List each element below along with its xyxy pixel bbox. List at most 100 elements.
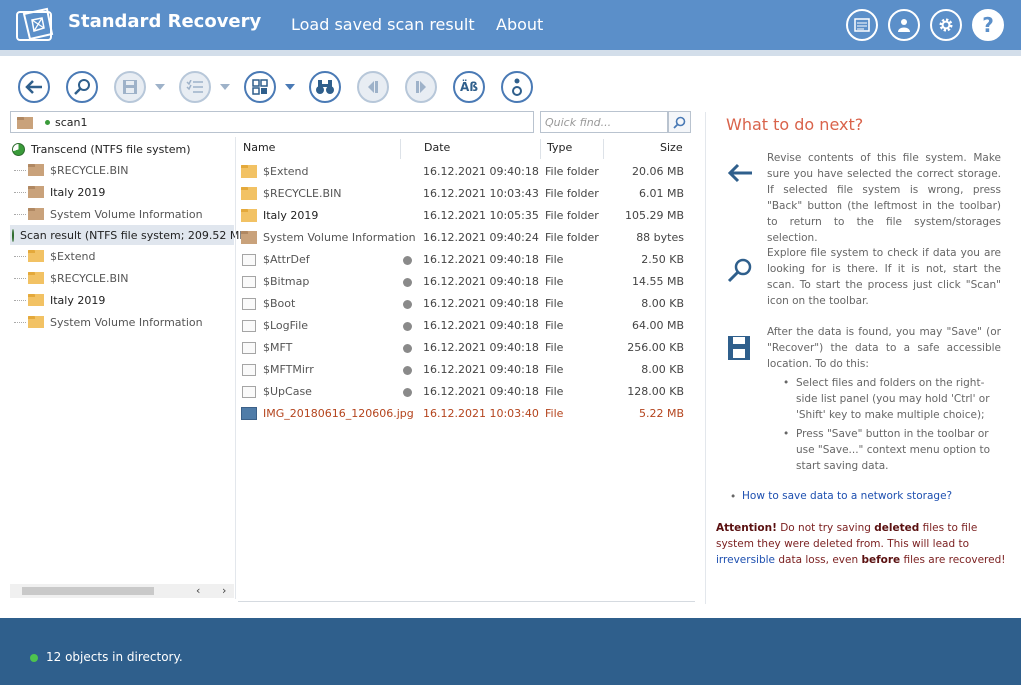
tree-item-recycle-bin[interactable]: $RECYCLE.BIN bbox=[10, 268, 234, 288]
cell-name: $LogFile bbox=[263, 319, 309, 332]
log-button[interactable] bbox=[846, 9, 878, 41]
help-button[interactable]: ? bbox=[972, 9, 1004, 41]
view-mode-icon bbox=[252, 79, 268, 95]
table-row[interactable]: $LogFile 16.12.2021 09:40:18 File 64.00 … bbox=[238, 315, 690, 337]
column-header-type[interactable]: Type bbox=[547, 141, 572, 154]
cell-date: 16.12.2021 09:40:18 bbox=[423, 363, 539, 376]
cell-name: System Volume Information bbox=[263, 231, 416, 244]
cell-size: 256.00 KB bbox=[627, 341, 684, 354]
account-button[interactable] bbox=[888, 9, 920, 41]
tree-item-label: $RECYCLE.BIN bbox=[50, 271, 129, 285]
tree-item-scan-result[interactable]: Scan result (NTFS file system; 209.52 MB bbox=[10, 225, 247, 245]
view-mode-dropdown-caret[interactable] bbox=[285, 84, 295, 90]
header-divider bbox=[0, 50, 1021, 56]
find-button[interactable] bbox=[309, 71, 341, 103]
load-scan-link[interactable]: Load saved scan result bbox=[291, 15, 475, 34]
table-row[interactable]: $Extend 16.12.2021 09:40:18 File folder … bbox=[238, 161, 690, 183]
column-separator[interactable] bbox=[603, 139, 604, 159]
table-row[interactable]: $RECYCLE.BIN 16.12.2021 10:03:43 File fo… bbox=[238, 183, 690, 205]
about-link[interactable]: About bbox=[496, 15, 543, 34]
table-row[interactable]: Italy 2019 16.12.2021 10:05:35 File fold… bbox=[238, 205, 690, 227]
cell-size: 8.00 KB bbox=[641, 363, 684, 376]
back-button[interactable] bbox=[18, 71, 50, 103]
folder-tree: Transcend (NTFS file system) $RECYCLE.BI… bbox=[10, 137, 247, 599]
select-button[interactable] bbox=[179, 71, 211, 103]
cell-date: 16.12.2021 09:40:18 bbox=[423, 319, 539, 332]
cell-size: 6.01 MB bbox=[638, 187, 684, 200]
file-icon bbox=[242, 386, 256, 398]
folder-icon bbox=[28, 250, 44, 262]
table-row[interactable]: $Boot 16.12.2021 09:40:18 File 8.00 KB bbox=[238, 293, 690, 315]
cell-date: 16.12.2021 09:40:18 bbox=[423, 253, 539, 266]
cell-type: File bbox=[545, 385, 564, 398]
tree-connector bbox=[14, 170, 26, 171]
column-separator[interactable] bbox=[540, 139, 541, 159]
table-row[interactable]: $AttrDef 16.12.2021 09:40:18 File 2.50 K… bbox=[238, 249, 690, 271]
column-header-name[interactable]: Name bbox=[243, 141, 275, 154]
column-header-date[interactable]: Date bbox=[424, 141, 450, 154]
tree-item-transcend[interactable]: Transcend (NTFS file system) bbox=[10, 139, 234, 159]
attention-irreversible: irreversible bbox=[716, 554, 776, 566]
info-button[interactable] bbox=[501, 71, 533, 103]
view-mode-button[interactable] bbox=[244, 71, 276, 103]
cell-date: 16.12.2021 09:40:24 bbox=[423, 231, 539, 244]
scroll-right-icon[interactable]: › bbox=[222, 584, 226, 597]
tree-connector bbox=[14, 192, 26, 193]
scroll-left-icon[interactable]: ‹ bbox=[196, 584, 200, 597]
user-icon bbox=[898, 19, 910, 32]
table-row[interactable]: System Volume Information 16.12.2021 09:… bbox=[238, 227, 690, 249]
cell-type: File folder bbox=[545, 187, 599, 200]
table-row[interactable]: $UpCase 16.12.2021 09:40:18 File 128.00 … bbox=[238, 381, 690, 403]
settings-button[interactable] bbox=[930, 9, 962, 41]
column-header-size[interactable]: Size bbox=[660, 141, 683, 154]
folder-icon bbox=[28, 186, 44, 198]
file-list: Name Date Type Size $Extend 16.12.2021 0… bbox=[238, 137, 693, 599]
tree-item-italy-2019[interactable]: Italy 2019 bbox=[10, 182, 234, 202]
file-icon bbox=[242, 320, 256, 332]
scan-magnifier-icon bbox=[727, 258, 752, 283]
status-indicator-icon bbox=[30, 654, 38, 662]
attention-text: Do not try saving bbox=[776, 522, 875, 534]
path-bar[interactable]: scan1 bbox=[10, 111, 534, 133]
cell-type: File bbox=[545, 253, 564, 266]
tree-item-recycle-bin[interactable]: $RECYCLE.BIN bbox=[10, 160, 234, 180]
select-dropdown-caret[interactable] bbox=[220, 84, 230, 90]
pane-splitter[interactable] bbox=[235, 137, 236, 599]
tree-item-label: Italy 2019 bbox=[50, 185, 106, 199]
table-row[interactable]: $MFTMirr 16.12.2021 09:40:18 File 8.00 K… bbox=[238, 359, 690, 381]
network-storage-link[interactable]: How to save data to a network storage? bbox=[742, 490, 952, 502]
folder-icon bbox=[241, 165, 257, 178]
scrollbar-thumb[interactable] bbox=[22, 587, 154, 595]
tree-item-label: System Volume Information bbox=[50, 315, 203, 329]
path-text: scan1 bbox=[55, 116, 88, 129]
find-next-button[interactable] bbox=[405, 71, 437, 103]
cell-type: File bbox=[545, 363, 564, 376]
find-previous-button[interactable] bbox=[357, 71, 389, 103]
scan-button[interactable] bbox=[66, 71, 98, 103]
tree-item-system-volume-info[interactable]: System Volume Information bbox=[10, 312, 234, 332]
tree-item-italy-2019[interactable]: Italy 2019 bbox=[10, 290, 234, 310]
case-sensitive-button[interactable]: Äß bbox=[453, 71, 485, 103]
quick-find-input[interactable]: Quick find... bbox=[540, 111, 668, 133]
folder-icon bbox=[241, 231, 257, 244]
app-header: Standard Recovery Load saved scan result… bbox=[0, 0, 1021, 50]
help-step-save: After the data is found, you may "Save" … bbox=[767, 326, 1001, 370]
tree-item-system-volume-info[interactable]: System Volume Information bbox=[10, 204, 234, 224]
cell-date: 16.12.2021 09:40:18 bbox=[423, 385, 539, 398]
file-status-icon bbox=[403, 366, 412, 375]
tree-horizontal-scrollbar[interactable]: ‹ › bbox=[10, 584, 234, 598]
folder-icon bbox=[28, 208, 44, 220]
save-dropdown-caret[interactable] bbox=[155, 84, 165, 90]
quick-find-button[interactable] bbox=[668, 111, 691, 133]
save-button[interactable] bbox=[114, 71, 146, 103]
partition-icon bbox=[12, 228, 14, 242]
next-icon bbox=[416, 81, 426, 93]
table-row[interactable]: $MFT 16.12.2021 09:40:18 File 256.00 KB bbox=[238, 337, 690, 359]
column-separator[interactable] bbox=[400, 139, 401, 159]
cell-type: File folder bbox=[545, 209, 599, 222]
previous-icon bbox=[368, 81, 378, 93]
tree-item-extend[interactable]: $Extend bbox=[10, 246, 234, 266]
cell-size: 64.00 MB bbox=[631, 319, 684, 332]
table-row[interactable]: IMG_20180616_120606.jpg 16.12.2021 10:03… bbox=[238, 403, 690, 425]
table-row[interactable]: $Bitmap 16.12.2021 09:40:18 File 14.55 M… bbox=[238, 271, 690, 293]
